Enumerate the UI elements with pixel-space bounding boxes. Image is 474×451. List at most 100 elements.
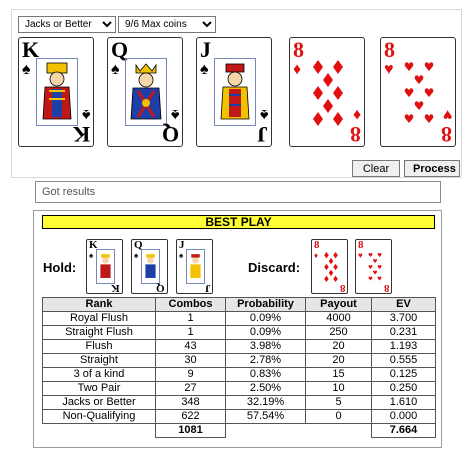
- card-rank: 8: [314, 239, 320, 251]
- header-ev: EV: [371, 297, 436, 312]
- table-row: Jacks or Better 348 32.19% 5 1.610: [42, 395, 436, 410]
- svg-text:♥: ♥: [414, 73, 425, 87]
- blank-cell: [226, 424, 306, 438]
- table-header-row: Rank Combos Probability Payout EV: [42, 297, 436, 312]
- blank-cell: [43, 424, 156, 438]
- diamond-icon: ♦: [293, 61, 302, 78]
- held-card-king-of-spades: K ♠ K: [86, 239, 123, 294]
- spade-icon: ♠: [89, 251, 94, 260]
- cell-probability: 2.50%: [225, 381, 306, 396]
- card-eight-of-diamonds[interactable]: 8 ♦ ♦ 8: [289, 37, 365, 147]
- svg-text:♥: ♥: [377, 253, 382, 259]
- cell-probability: 0.09%: [225, 311, 306, 326]
- cell-payout: 15: [305, 367, 372, 382]
- cell-payout: 250: [305, 325, 372, 340]
- results-status: Got results: [35, 181, 441, 203]
- cell-probability: 2.78%: [225, 353, 306, 368]
- svg-text:♥: ♥: [373, 259, 378, 265]
- svg-text:♥: ♥: [424, 60, 435, 74]
- svg-text:♥: ♥: [404, 86, 415, 100]
- results-table: Rank Combos Probability Payout EV Royal …: [42, 297, 436, 438]
- cell-probability: 32.19%: [225, 395, 306, 410]
- queen-face-image: [141, 249, 160, 284]
- diamond-pips: [324, 252, 338, 282]
- header-rank: Rank: [42, 297, 156, 312]
- cell-payout: 5: [305, 395, 372, 410]
- cell-rank: Non-Qualifying: [42, 409, 156, 424]
- svg-text:♥: ♥: [368, 277, 373, 283]
- process-button[interactable]: Process: [404, 160, 460, 177]
- table-row: Non-Qualifying 622 57.54% 0 0.000: [42, 409, 436, 424]
- header-payout: Payout: [305, 297, 372, 312]
- game-select[interactable]: Jacks or Better: [18, 16, 116, 33]
- best-play-panel: BEST PLAY Hold: K ♠ K Q ♠ Q J ♠ J Discar…: [33, 210, 442, 448]
- table-row: Flush 43 3.98% 20 1.193: [42, 339, 436, 354]
- cell-payout: 0: [305, 409, 372, 424]
- total-ev: 7.664: [371, 423, 436, 438]
- cell-combos: 348: [155, 395, 226, 410]
- svg-text:♥: ♥: [404, 112, 415, 126]
- held-card-queen-of-spades: Q ♠ Q: [131, 239, 168, 294]
- cell-rank: Straight Flush: [42, 325, 156, 340]
- hold-label: Hold:: [43, 260, 77, 275]
- table-row: Two Pair 27 2.50% 10 0.250: [42, 381, 436, 396]
- spade-icon: ♠: [179, 251, 184, 260]
- card-rank: Q: [161, 122, 179, 147]
- cell-ev: 0.250: [371, 381, 436, 396]
- svg-text:♥: ♥: [368, 253, 373, 259]
- hand-panel: Jacks or Better 9/6 Max coins K ♠ ♠ K Q …: [11, 9, 462, 178]
- table-total-row: 1081 7.664: [43, 423, 436, 438]
- card-rank: K: [72, 122, 90, 147]
- king-face-image: [96, 249, 115, 284]
- card-rank: J: [200, 37, 211, 62]
- card-queen-of-spades[interactable]: Q ♠ ♠ Q: [107, 37, 183, 147]
- discard-label: Discard:: [248, 260, 301, 275]
- card-rank: J: [204, 282, 211, 294]
- card-eight-of-hearts[interactable]: 8 ♥ ♥ ♥ ♥ ♥ ♥ ♥ ♥ ♥ ♥ 8: [380, 37, 456, 147]
- cell-payout: 20: [305, 339, 372, 354]
- card-king-of-spades[interactable]: K ♠ ♠ K: [18, 37, 94, 147]
- card-rank: 8: [339, 282, 346, 294]
- spade-icon: ♠: [200, 61, 209, 78]
- heart-icon: ♥: [358, 251, 363, 260]
- cell-ev: 0.125: [371, 367, 436, 382]
- cell-combos: 1: [155, 311, 226, 326]
- held-card-jack-of-spades: J ♠ J: [176, 239, 213, 294]
- svg-text:♥: ♥: [424, 112, 435, 126]
- cell-rank: Flush: [42, 339, 156, 354]
- card-rank: J: [179, 239, 185, 251]
- total-combos: 1081: [155, 423, 226, 438]
- cell-rank: Jacks or Better: [42, 395, 156, 410]
- cell-ev: 3.700: [371, 311, 436, 326]
- jack-face-image: [214, 58, 256, 126]
- spade-icon: ♠: [81, 106, 91, 123]
- paytable-select[interactable]: 9/6 Max coins: [118, 16, 216, 33]
- cell-ev: 0.231: [371, 325, 436, 340]
- card-rank: 8: [350, 122, 361, 147]
- card-rank: 8: [358, 239, 364, 251]
- table-row: Straight Flush 1 0.09% 250 0.231: [42, 325, 436, 340]
- cell-combos: 27: [155, 381, 226, 396]
- cell-combos: 1: [155, 325, 226, 340]
- cell-combos: 9: [155, 367, 226, 382]
- heart-icon: ♥: [442, 106, 453, 123]
- cell-ev: 1.610: [371, 395, 436, 410]
- diamond-pips: [313, 60, 343, 126]
- svg-text:♥: ♥: [404, 60, 415, 74]
- jack-face-image: [186, 249, 205, 284]
- cell-ev: 1.193: [371, 339, 436, 354]
- discard-card-eight-of-diamonds: 8 ♦ 8: [311, 239, 348, 294]
- heart-pips: ♥ ♥ ♥ ♥ ♥ ♥ ♥ ♥: [404, 60, 435, 126]
- svg-text:♥: ♥: [424, 86, 435, 100]
- diamond-icon: ♦: [314, 251, 319, 260]
- blank-cell: [306, 424, 372, 438]
- clear-button[interactable]: Clear: [352, 160, 400, 177]
- queen-face-image: [125, 58, 167, 126]
- cell-probability: 0.09%: [225, 325, 306, 340]
- card-jack-of-spades[interactable]: J ♠ ♠ J: [196, 37, 272, 147]
- card-rank: 8: [383, 282, 390, 294]
- svg-text:♥: ♥: [377, 265, 382, 271]
- svg-text:♥: ♥: [368, 265, 373, 271]
- cell-ev: 0.000: [371, 409, 436, 424]
- discard-card-eight-of-hearts: 8 ♥ ♥ ♥ ♥ ♥ ♥ ♥ ♥ ♥ 8: [355, 239, 392, 294]
